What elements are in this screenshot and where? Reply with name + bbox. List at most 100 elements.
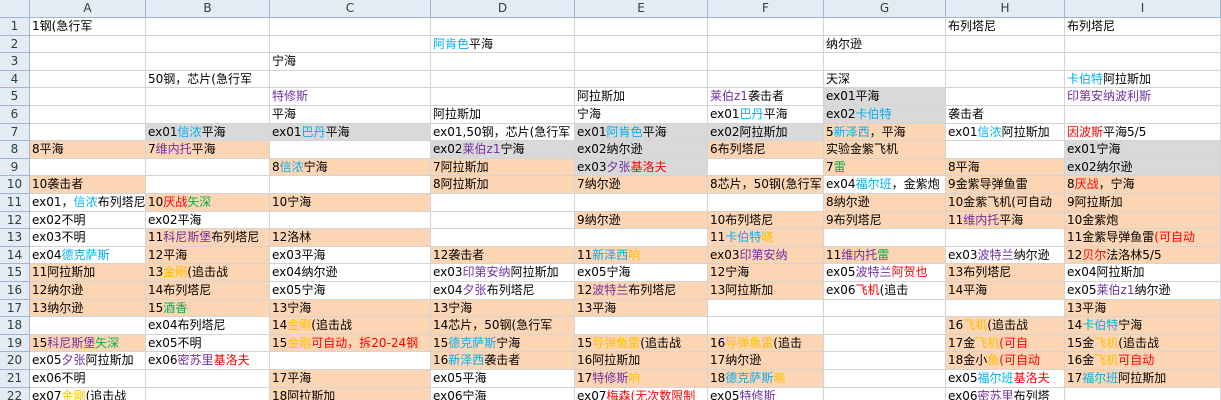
cell-c11[interactable]: 10宁海 [270, 194, 431, 212]
row-header-14[interactable]: 14 [0, 246, 30, 265]
cell-c1[interactable] [270, 18, 431, 36]
cell-d4[interactable] [431, 70, 575, 89]
cell-c13[interactable]: 12洛林 [270, 229, 431, 247]
cell-f3[interactable] [708, 53, 824, 71]
cell-a21[interactable]: ex06不明 [30, 370, 146, 388]
cell-f2[interactable] [708, 35, 824, 54]
cell-f21[interactable]: 18德克萨斯晓 [708, 370, 824, 388]
cell-f8[interactable]: 6布列塔尼 [708, 141, 824, 159]
cell-e13[interactable] [575, 229, 708, 247]
cell-h3[interactable] [946, 53, 1065, 71]
cell-c2[interactable] [270, 35, 431, 54]
cell-e14[interactable]: 11新泽西响 [575, 246, 708, 265]
cell-g16[interactable]: ex06飞机(追击 [824, 282, 946, 300]
cell-d13[interactable] [431, 229, 575, 247]
column-header-c[interactable]: C [270, 0, 431, 18]
cell-i12[interactable]: 10金紫炮 [1065, 211, 1221, 230]
cell-d6[interactable]: 阿拉斯加 [431, 106, 575, 124]
cell-g12[interactable]: 9布列塔尼 [824, 211, 946, 230]
cell-a8[interactable]: 8平海 [30, 141, 146, 159]
cell-i20[interactable]: 16金飞机可自动 [1065, 352, 1221, 370]
cell-i15[interactable]: ex04阿拉斯加 [1065, 264, 1221, 282]
cell-f1[interactable] [708, 18, 824, 36]
cell-d18[interactable]: 14芯片，50钢(急行军 [431, 317, 575, 335]
cell-c3[interactable]: 宁海 [270, 53, 431, 71]
cell-c10[interactable] [270, 176, 431, 194]
cell-a22[interactable]: ex07金剛(追击战 [30, 387, 146, 400]
cell-a6[interactable] [30, 106, 146, 124]
cell-i19[interactable]: 15金飞机(追击战 [1065, 334, 1221, 353]
cell-i2[interactable] [1065, 35, 1221, 54]
cell-b3[interactable] [146, 53, 270, 71]
cell-i5[interactable]: 印第安纳波利斯 [1065, 88, 1221, 106]
cell-b4[interactable]: 50钢，芯片(急行军 [146, 70, 270, 89]
cell-d12[interactable] [431, 211, 575, 230]
cell-d1[interactable] [431, 18, 575, 36]
cell-g1[interactable] [824, 18, 946, 36]
cell-f4[interactable] [708, 70, 824, 89]
cell-b14[interactable]: 12平海 [146, 246, 270, 265]
cell-g11[interactable]: 8纳尔逊 [824, 194, 946, 212]
cell-h2[interactable] [946, 35, 1065, 54]
cell-b10[interactable] [146, 176, 270, 194]
cell-e6[interactable]: 宁海 [575, 106, 708, 124]
cell-i7[interactable]: 因波斯平海5/5 [1065, 123, 1221, 142]
column-header-d[interactable]: D [431, 0, 575, 18]
cell-e8[interactable]: ex02纳尔逊 [575, 141, 708, 159]
cell-c5[interactable]: 特修斯 [270, 88, 431, 106]
cell-a16[interactable]: 12纳尔逊 [30, 282, 146, 300]
cell-e11[interactable] [575, 194, 708, 212]
cell-d10[interactable]: 8阿拉斯加 [431, 176, 575, 194]
cell-f11[interactable] [708, 194, 824, 212]
cell-g10[interactable]: ex04福尔班，金紫炮 [824, 176, 946, 194]
cell-d3[interactable] [431, 53, 575, 71]
cell-g5[interactable]: ex01平海 [824, 88, 946, 106]
row-header-16[interactable]: 16 [0, 282, 30, 300]
cell-c4[interactable] [270, 70, 431, 89]
cell-i21[interactable]: 17福尔班阿拉斯加 [1065, 370, 1221, 388]
cell-e1[interactable] [575, 18, 708, 36]
cell-c20[interactable] [270, 352, 431, 370]
cell-c12[interactable] [270, 211, 431, 230]
cell-c14[interactable]: ex03平海 [270, 246, 431, 265]
cell-b13[interactable]: 11科尼斯堡布列塔尼 [146, 229, 270, 247]
cell-b21[interactable] [146, 370, 270, 388]
cell-b16[interactable]: 14布列塔尼 [146, 282, 270, 300]
row-header-5[interactable]: 5 [0, 88, 30, 106]
cell-f16[interactable]: 13阿拉斯加 [708, 282, 824, 300]
cell-b1[interactable] [146, 18, 270, 36]
cell-f6[interactable]: ex01巴丹平海 [708, 106, 824, 124]
cell-h22[interactable]: ex06密苏里布列塔 [946, 387, 1065, 400]
cell-i14[interactable]: 12贝尔法洛林5/5 [1065, 246, 1221, 265]
cell-f7[interactable]: ex02阿拉斯加 [708, 123, 824, 142]
cell-f15[interactable]: 12宁海 [708, 264, 824, 282]
cell-e20[interactable]: 16阿拉斯加 [575, 352, 708, 370]
cell-b18[interactable]: ex04布列塔尼 [146, 317, 270, 335]
row-header-4[interactable]: 4 [0, 70, 30, 89]
cell-c6[interactable]: 平海 [270, 106, 431, 124]
cell-e17[interactable]: 13平海 [575, 299, 708, 318]
cell-i1[interactable]: 布列塔尼 [1065, 18, 1221, 36]
cell-i10[interactable]: 8厌战，宁海 [1065, 176, 1221, 194]
cell-c22[interactable]: 18阿拉斯加 [270, 387, 431, 400]
column-header-i[interactable]: I [1065, 0, 1221, 18]
cell-a2[interactable] [30, 35, 146, 54]
row-header-17[interactable]: 17 [0, 299, 30, 318]
cell-g7[interactable]: 5新泽西，平海 [824, 123, 946, 142]
cell-a4[interactable] [30, 70, 146, 89]
cell-e15[interactable]: ex05宁海 [575, 264, 708, 282]
cell-d5[interactable] [431, 88, 575, 106]
cell-a20[interactable]: ex05夕张阿拉斯加 [30, 352, 146, 370]
cell-d21[interactable]: ex05平海 [431, 370, 575, 388]
cell-i22[interactable] [1065, 387, 1221, 400]
cell-i6[interactable] [1065, 106, 1221, 124]
cell-i18[interactable]: 14卡伯特宁海 [1065, 317, 1221, 335]
cell-b8[interactable]: 7维内托平海 [146, 141, 270, 159]
cell-c21[interactable]: 17平海 [270, 370, 431, 388]
cell-g14[interactable]: 11维内托雷 [824, 246, 946, 265]
cell-a13[interactable]: ex03不明 [30, 229, 146, 247]
cell-c16[interactable]: ex05宁海 [270, 282, 431, 300]
cell-d20[interactable]: 16新泽西袭击者 [431, 352, 575, 370]
cell-g4[interactable]: 天深 [824, 70, 946, 89]
cell-h8[interactable] [946, 141, 1065, 159]
